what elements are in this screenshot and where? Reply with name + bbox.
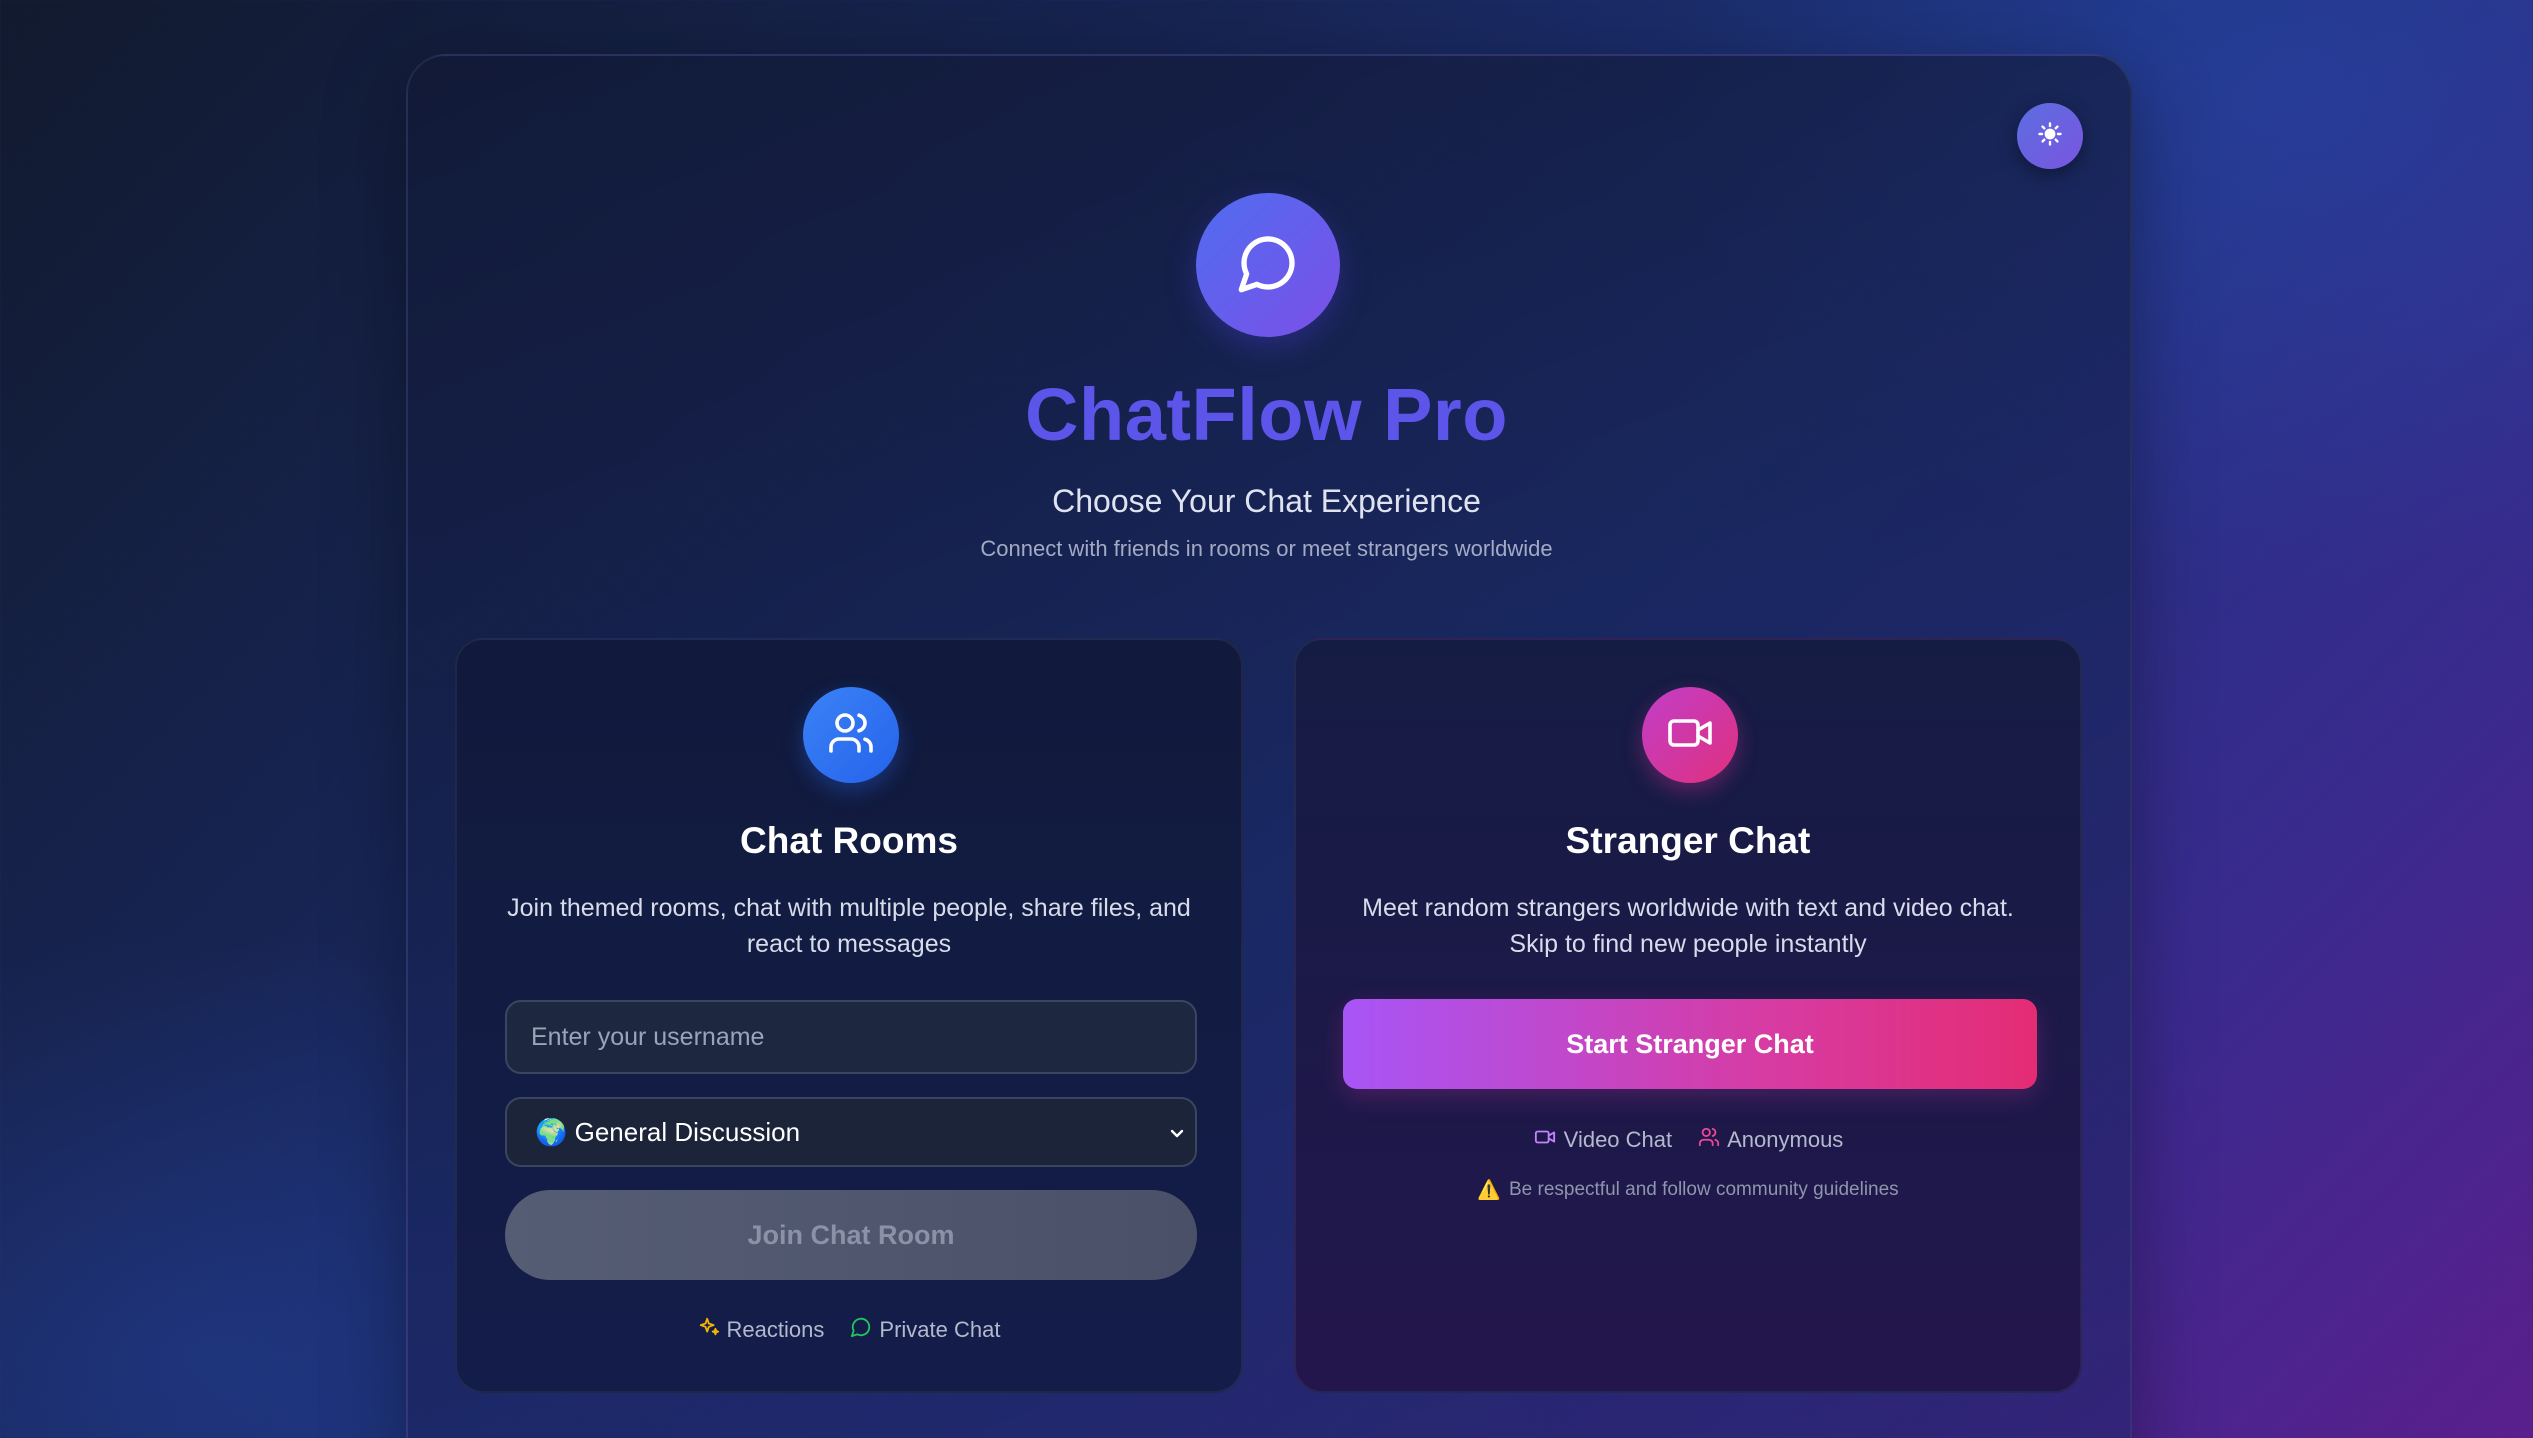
users-icon bbox=[1698, 1126, 1720, 1154]
feature-anonymous: Anonymous bbox=[1698, 1126, 1843, 1154]
app-tagline: Connect with friends in rooms or meet st… bbox=[980, 536, 1553, 561]
sparkles-icon bbox=[698, 1316, 720, 1344]
feature-reactions-label: Reactions bbox=[726, 1317, 825, 1342]
chat-rooms-icon-badge bbox=[803, 687, 899, 783]
sun-icon bbox=[2038, 121, 2062, 151]
app-subtitle: Choose Your Chat Experience bbox=[1052, 483, 1481, 519]
feature-video-chat: Video Chat bbox=[1533, 1126, 1672, 1154]
app-title: ChatFlow Pro bbox=[1025, 373, 1508, 456]
video-icon bbox=[1533, 1126, 1557, 1154]
feature-anonymous-label: Anonymous bbox=[1727, 1127, 1844, 1152]
chat-rooms-card: Chat Rooms Join themed rooms, chat with … bbox=[455, 638, 1243, 1393]
feature-private-chat-label: Private Chat bbox=[879, 1317, 1001, 1342]
feature-video-chat-label: Video Chat bbox=[1563, 1127, 1673, 1152]
start-stranger-chat-button[interactable]: Start Stranger Chat bbox=[1343, 999, 2037, 1089]
chevron-down-icon bbox=[1165, 1121, 1189, 1150]
username-input[interactable] bbox=[505, 1000, 1197, 1074]
warning-text: Be respectful and follow community guide… bbox=[1508, 1179, 1899, 1200]
chat-rooms-description: Join themed rooms, chat with multiple pe… bbox=[507, 894, 1191, 958]
chat-rooms-title: Chat Rooms bbox=[740, 820, 958, 861]
room-select[interactable]: 🌍 General Discussion bbox=[505, 1097, 1197, 1167]
app-logo bbox=[1196, 193, 1340, 337]
message-circle-icon bbox=[850, 1316, 872, 1344]
users-icon bbox=[827, 709, 875, 762]
message-circle-icon bbox=[1236, 231, 1300, 300]
video-icon bbox=[1666, 709, 1714, 762]
stranger-chat-card: Stranger Chat Meet random strangers worl… bbox=[1294, 638, 2082, 1393]
warning-icon: ⚠️ bbox=[1477, 1180, 1501, 1201]
feature-private-chat: Private Chat bbox=[850, 1316, 1000, 1344]
stranger-chat-icon-badge bbox=[1642, 687, 1738, 783]
stranger-chat-features: Video Chat Anonymous bbox=[1296, 1126, 2080, 1154]
join-chat-room-button[interactable]: Join Chat Room bbox=[505, 1190, 1197, 1280]
stranger-chat-description: Meet random strangers worldwide with tex… bbox=[1362, 894, 2014, 958]
stranger-chat-title: Stranger Chat bbox=[1565, 820, 1811, 861]
theme-toggle-button[interactable] bbox=[2017, 103, 2083, 169]
chat-rooms-features: Reactions Private Chat bbox=[457, 1316, 1241, 1344]
room-select-value: 🌍 General Discussion bbox=[535, 1116, 801, 1147]
community-guidelines-warning: ⚠️ Be respectful and follow community gu… bbox=[1296, 1178, 2080, 1202]
feature-reactions: Reactions bbox=[698, 1316, 825, 1344]
